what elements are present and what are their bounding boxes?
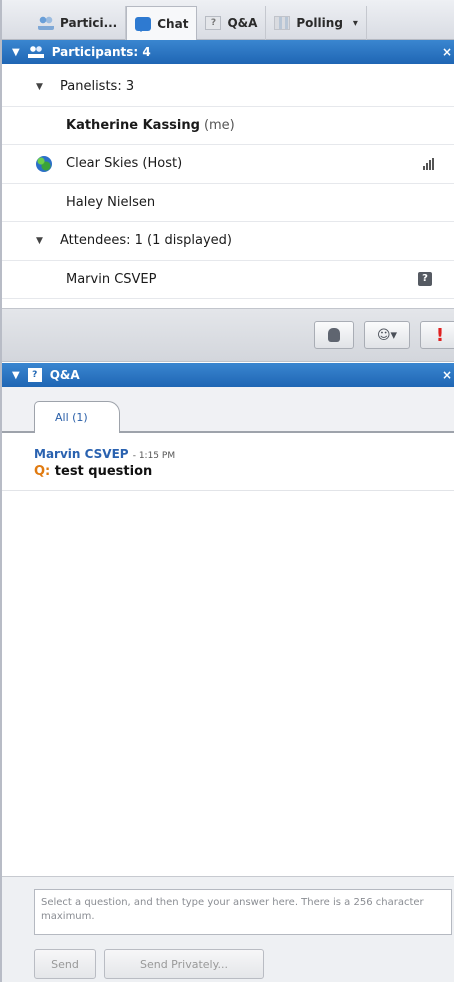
expand-triangle-icon[interactable]: ▼ [36, 236, 50, 246]
participants-toolbar: ☺▾ ! [2, 308, 454, 362]
participants-icon [27, 46, 44, 58]
qa-filter-tab-strip: All (1) [2, 387, 454, 433]
raise-hand-button[interactable] [314, 321, 354, 349]
question-prefix: Q: [34, 464, 51, 479]
participant-row[interactable]: Clear Skies (Host) [2, 145, 454, 184]
tab-qa-label: Q&A [227, 16, 258, 30]
participant-row[interactable]: Katherine Kassing (me) [2, 107, 454, 145]
participant-me-suffix: (me) [203, 117, 235, 133]
connection-signal-icon [423, 157, 434, 170]
qa-section-header[interactable]: ▼ ? Q&A × [2, 363, 454, 387]
participants-header-label: Participants: 4 [51, 45, 151, 59]
participant-name: Marvin CSVEP [66, 271, 157, 287]
answer-composer: Send Send Privately... [2, 876, 454, 982]
send-button[interactable]: Send [34, 949, 96, 979]
send-privately-button[interactable]: Send Privately... [104, 949, 264, 979]
tab-chat[interactable]: Chat [126, 6, 198, 40]
chat-icon [135, 16, 152, 32]
attendees-group-row[interactable]: ▼ Attendees: 1 (1 displayed) [2, 222, 454, 261]
collapse-arrow-icon[interactable]: ▼ [12, 370, 20, 381]
participant-name: Clear Skies (Host) [66, 156, 183, 172]
participant-name: Haley Nielsen [66, 194, 156, 210]
hand-icon [328, 328, 340, 342]
alert-button[interactable]: ! [420, 321, 454, 349]
close-icon[interactable]: × [442, 368, 452, 382]
host-globe-icon [36, 155, 52, 172]
qa-icon: ? [205, 16, 222, 30]
panel-tab-bar: Partici... Chat ? Q&A Polling ▾ [2, 0, 454, 40]
qa-icon: ? [27, 368, 42, 382]
tab-all-questions[interactable]: All (1) [34, 401, 120, 433]
question-meta: Marvin CSVEP - 1:15 PM [34, 447, 454, 462]
qa-header-label: Q&A [49, 368, 80, 382]
answer-input[interactable] [34, 889, 452, 935]
tab-polling-label: Polling [296, 16, 343, 30]
question-badge-icon: ? [418, 272, 432, 287]
emoticon-menu-button[interactable]: ☺▾ [364, 321, 410, 349]
emoticon-icon: ☺▾ [376, 327, 398, 343]
question-author: Marvin CSVEP [34, 447, 129, 461]
participants-icon [38, 16, 54, 30]
tab-chat-label: Chat [157, 16, 189, 31]
participants-section-header[interactable]: ▼ Participants: 4 × [2, 40, 454, 64]
panelists-group-label: Panelists: 3 [60, 79, 135, 95]
tab-qa[interactable]: ? Q&A [197, 6, 267, 40]
tab-participants-label: Partici... [60, 16, 118, 30]
tab-overflow-chevron-icon[interactable]: ▾ [353, 18, 358, 29]
question-item[interactable]: Marvin CSVEP - 1:15 PM Q: test question [2, 443, 454, 491]
participant-name: Katherine Kassing [66, 117, 200, 133]
question-time: - 1:15 PM [132, 451, 176, 461]
participant-row[interactable]: Marvin CSVEP ? [2, 261, 454, 299]
polling-icon [274, 16, 291, 30]
alert-icon: ! [435, 324, 445, 346]
collapse-arrow-icon[interactable]: ▼ [12, 47, 20, 58]
expand-triangle-icon[interactable]: ▼ [36, 82, 50, 92]
panelists-group-row[interactable]: ▼ Panelists: 3 [2, 68, 454, 107]
participant-row[interactable]: Haley Nielsen [2, 184, 454, 222]
tab-polling[interactable]: Polling ▾ [266, 6, 367, 40]
close-icon[interactable]: × [442, 45, 452, 59]
participants-list: ▼ Panelists: 3 Katherine Kassing (me) Cl… [2, 68, 454, 299]
question-text: test question [54, 464, 153, 479]
question-body: Q: test question [34, 464, 454, 479]
tab-participants[interactable]: Partici... [30, 6, 127, 40]
qa-panel-window: Partici... Chat ? Q&A Polling ▾ ▼ Partic… [0, 0, 454, 982]
attendees-group-label: Attendees: 1 (1 displayed) [60, 233, 232, 249]
